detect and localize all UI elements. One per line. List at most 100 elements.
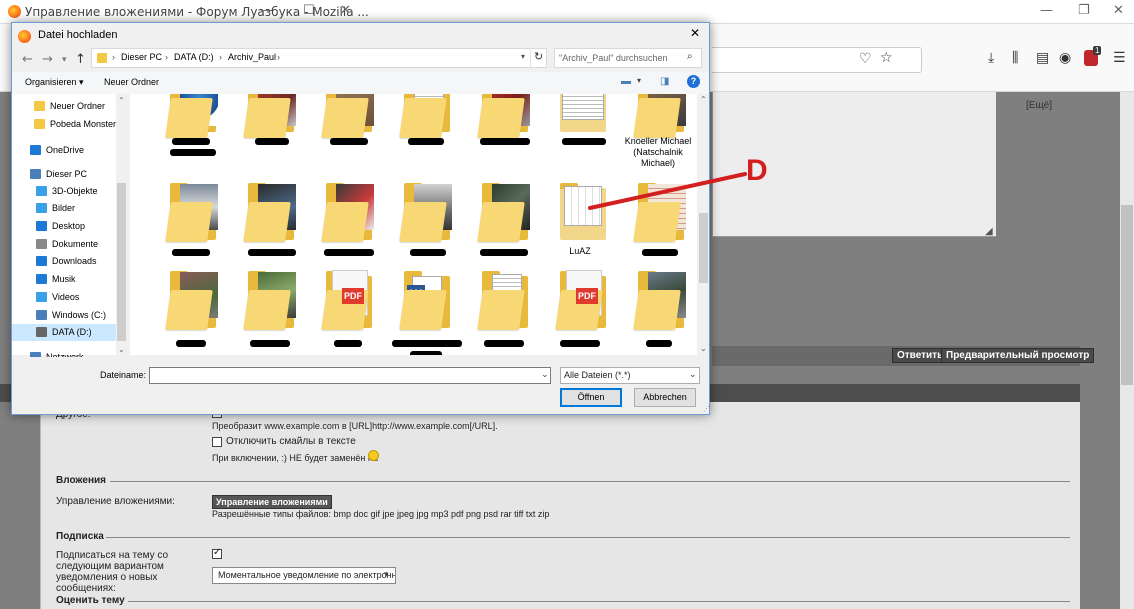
scroll-down-icon[interactable]: ⌄ xyxy=(700,344,707,353)
restore-icon[interactable]: ❐ xyxy=(1078,3,1090,18)
chevron-right-icon[interactable]: › xyxy=(277,52,280,62)
address-bar[interactable]: › Dieser PC › DATA (D:) › Archiv_Paul › … xyxy=(91,48,547,68)
resize-grip-icon[interactable]: ⋰ xyxy=(703,405,710,413)
folder-item[interactable] xyxy=(464,94,540,174)
scroll-up-icon[interactable]: ⌃ xyxy=(700,95,707,104)
folder-item[interactable] xyxy=(464,182,540,262)
folder-item[interactable] xyxy=(308,94,384,174)
search-icon[interactable]: ⌕ xyxy=(687,51,693,62)
disable-smilies-checkbox[interactable] xyxy=(212,437,222,447)
scroll-up-icon[interactable]: ⌃ xyxy=(118,96,125,105)
folder-item-luaz[interactable]: LuAZ xyxy=(542,182,618,262)
nav-item-pobeda-monster[interactable]: Pobeda Monster xyxy=(12,116,116,133)
nav-scroll-thumb[interactable] xyxy=(117,183,126,341)
open-button[interactable]: Öffnen xyxy=(560,388,622,407)
account-icon[interactable]: ◉ xyxy=(1059,50,1071,66)
pdf-folder-item[interactable]: PDF xyxy=(308,270,384,350)
folder-item[interactable] xyxy=(152,94,228,174)
nav-item-neuer-ordner[interactable]: Neuer Ordner xyxy=(12,98,116,115)
nav-item-label: 3D-Objekte xyxy=(52,186,98,196)
word-folder-item[interactable] xyxy=(386,270,462,355)
minimize-icon[interactable]: — xyxy=(1040,3,1053,18)
folder-icon xyxy=(34,119,45,129)
forward-arrow-icon[interactable]: → xyxy=(42,52,53,67)
minimize-icon[interactable]: — xyxy=(260,3,273,18)
close-icon[interactable]: ✕ xyxy=(340,3,351,18)
folder-item[interactable] xyxy=(308,182,384,262)
nav-item-musik[interactable]: Musik xyxy=(12,271,116,288)
redacted-name xyxy=(562,138,606,145)
nav-item-3d-objekte[interactable]: 3D-Objekte xyxy=(12,183,116,200)
search-input[interactable]: "Archiv_Paul" durchsuchen xyxy=(554,48,702,68)
up-arrow-icon[interactable]: ↑ xyxy=(75,52,86,67)
nav-item-videos[interactable]: Videos xyxy=(12,289,116,306)
folder-item[interactable] xyxy=(620,182,696,262)
reply-button[interactable]: Ответить xyxy=(892,348,949,363)
folder-item[interactable] xyxy=(230,270,306,350)
help-icon[interactable]: ? xyxy=(687,75,700,88)
chevron-down-icon[interactable]: ⌄ xyxy=(541,369,549,380)
new-folder-button[interactable]: Neuer Ordner xyxy=(104,77,159,87)
folder-item[interactable] xyxy=(620,270,696,350)
folder-item[interactable] xyxy=(542,94,618,174)
manage-attachments-button[interactable]: Управление вложениями xyxy=(212,495,332,509)
maximize-icon[interactable]: ☐ xyxy=(303,3,315,18)
more-smilies-link[interactable]: [Ещё] xyxy=(1026,100,1052,111)
bookmark-star-icon[interactable]: ☆ xyxy=(880,50,893,66)
subscribe-checkbox[interactable] xyxy=(212,547,222,559)
chevron-down-icon[interactable]: ▾ xyxy=(521,52,525,61)
cube-icon xyxy=(36,186,47,196)
chevron-down-icon[interactable]: ▾ xyxy=(637,76,641,85)
folder-item[interactable] xyxy=(230,182,306,262)
nav-item-dieser-pc[interactable]: Dieser PC xyxy=(12,166,116,183)
breadcrumb-this-pc[interactable]: Dieser PC xyxy=(121,52,162,62)
scroll-down-icon[interactable]: ⌄ xyxy=(118,345,125,354)
refresh-icon[interactable]: ↻ xyxy=(530,48,547,68)
nav-item-bilder[interactable]: Bilder xyxy=(12,200,116,217)
breadcrumb-archiv-paul[interactable]: Archiv_Paul xyxy=(228,52,276,62)
organize-menu[interactable]: Organisieren ▾ xyxy=(25,77,84,88)
nav-item-label: Desktop xyxy=(52,221,86,231)
chevron-right-icon[interactable]: › xyxy=(165,52,168,62)
view-options-icon[interactable]: ▬ xyxy=(621,76,631,87)
file-list-scroll-thumb[interactable] xyxy=(699,213,708,283)
nav-item-downloads[interactable]: Downloads xyxy=(12,253,116,270)
nav-item-desktop[interactable]: Desktop xyxy=(12,218,116,235)
chevron-right-icon[interactable]: › xyxy=(112,52,115,62)
nav-item-data-d[interactable]: DATA (D:) xyxy=(12,324,116,341)
close-icon[interactable]: ✕ xyxy=(1113,3,1124,18)
pocket-icon[interactable]: ♡ xyxy=(859,51,872,67)
pdf-folder-item[interactable]: PDF xyxy=(542,270,618,350)
close-icon[interactable]: ✕ xyxy=(690,26,700,40)
breadcrumb-data-drive[interactable]: DATA (D:) xyxy=(174,52,214,62)
cancel-button[interactable]: Abbrechen xyxy=(634,388,696,407)
nav-item-dokumente[interactable]: Dokumente xyxy=(12,236,116,253)
nav-item-label: Downloads xyxy=(52,256,97,266)
nav-item-onedrive[interactable]: OneDrive xyxy=(12,142,116,159)
menu-icon[interactable]: ☰ xyxy=(1113,50,1126,66)
filename-input[interactable] xyxy=(149,367,551,384)
page-scroll-thumb[interactable] xyxy=(1121,205,1133,385)
folder-item[interactable] xyxy=(152,182,228,262)
editor-resize-grip[interactable]: ◢ xyxy=(985,226,993,237)
folder-item[interactable] xyxy=(464,270,540,350)
folder-item[interactable] xyxy=(386,182,462,262)
folder-item[interactable] xyxy=(152,270,228,350)
chevron-down-icon[interactable]: ▾ xyxy=(62,55,67,65)
preview-button[interactable]: Предварительный просмотр xyxy=(941,348,1095,363)
folder-item[interactable] xyxy=(230,94,306,174)
chevron-down-icon[interactable]: ⌄ xyxy=(689,369,697,380)
sidebar-icon[interactable]: ▤ xyxy=(1036,50,1049,66)
file-type-select[interactable]: Alle Dateien (*.*) xyxy=(560,367,700,384)
notification-type-select[interactable]: Моментальное уведомление по электронн xyxy=(212,567,396,584)
pictures-icon xyxy=(36,203,47,213)
nav-item-windows-c[interactable]: Windows (C:) xyxy=(12,307,116,324)
download-icon[interactable]: ⤓ xyxy=(988,50,994,66)
folder-item[interactable] xyxy=(386,94,462,174)
back-arrow-icon[interactable]: ← xyxy=(22,52,33,67)
folder-item-knoeller[interactable]: Knoeller Michael (Natschalnik Michael) xyxy=(620,94,696,174)
chevron-right-icon[interactable]: › xyxy=(219,52,222,62)
redacted-name xyxy=(330,138,368,145)
preview-pane-icon[interactable]: ◨ xyxy=(660,76,669,87)
library-icon[interactable]: ⫼ xyxy=(1012,50,1018,66)
